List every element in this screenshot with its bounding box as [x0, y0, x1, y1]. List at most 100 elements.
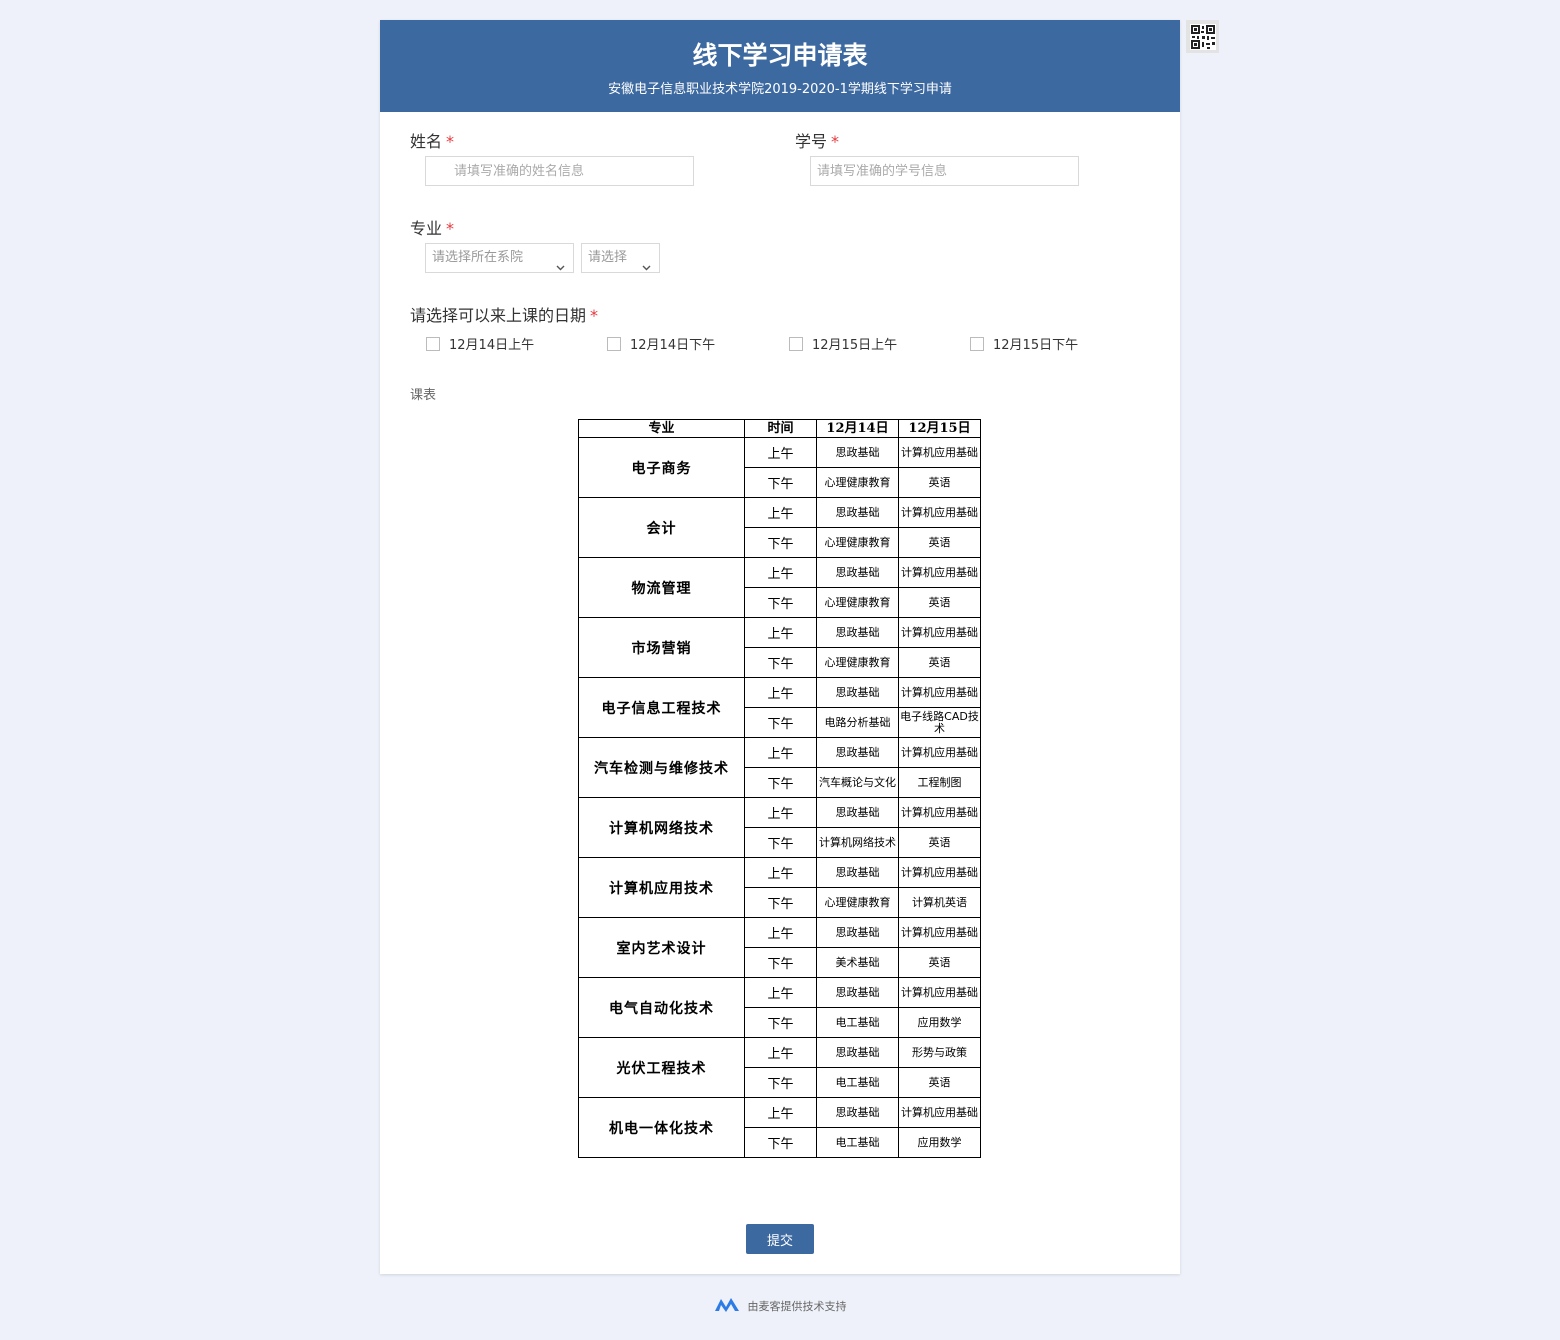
course-cell: 心理健康教育 — [816, 467, 899, 498]
course-cell: 美术基础 — [816, 947, 899, 978]
time-cell: 下午 — [744, 1067, 817, 1098]
date-option-dec15-pm[interactable]: 12月15日下午 — [970, 334, 1078, 353]
footer-text: 由麦客提供技术支持 — [747, 1300, 847, 1313]
time-cell: 上午 — [744, 1097, 817, 1128]
major-cell: 机电一体化技术 — [578, 1097, 745, 1158]
table-row: 机电一体化技术 上午 思政基础 计算机应用基础 — [578, 1097, 981, 1158]
course-cell: 计算机应用基础 — [898, 677, 981, 708]
department-select[interactable]: 请选择所在系院 — [425, 243, 574, 273]
qr-code-icon[interactable] — [1186, 20, 1219, 53]
course-cell: 思政基础 — [816, 857, 899, 888]
course-cell: 电工基础 — [816, 1067, 899, 1098]
required-mark: * — [590, 306, 599, 325]
time-cell: 下午 — [744, 887, 817, 918]
major-cell: 物流管理 — [578, 557, 745, 618]
course-cell: 心理健康教育 — [816, 647, 899, 678]
time-cell: 上午 — [744, 977, 817, 1008]
schedule-body: 电子商务 上午 思政基础 计算机应用基础 下午 心理健康教育 英语 会计 上午 思政基础 计算机应用… — [578, 437, 981, 1158]
major-cell: 市场营销 — [578, 617, 745, 678]
major-select[interactable]: 请选择 — [581, 243, 660, 273]
time-cell: 上午 — [744, 677, 817, 708]
mikecrm-logo[interactable] — [714, 1296, 740, 1316]
course-cell: 计算机英语 — [898, 887, 981, 918]
course-cell: 应用数学 — [898, 1127, 981, 1158]
time-cell: 下午 — [744, 767, 817, 798]
course-cell: 计算机应用基础 — [898, 557, 981, 588]
course-cell: 英语 — [898, 527, 981, 558]
course-cell: 应用数学 — [898, 1007, 981, 1038]
course-cell: 思政基础 — [816, 977, 899, 1008]
major-label: 专业 * — [410, 219, 455, 238]
date-option-dec15-am[interactable]: 12月15日上午 — [789, 334, 897, 353]
checkbox[interactable] — [970, 336, 984, 351]
dates-label: 请选择可以来上课的日期 * — [410, 306, 599, 325]
course-cell: 心理健康教育 — [816, 587, 899, 618]
course-cell: 思政基础 — [816, 917, 899, 948]
name-input[interactable] — [425, 156, 694, 186]
course-cell: 心理健康教育 — [816, 527, 899, 558]
major-cell: 计算机网络技术 — [578, 797, 745, 858]
course-cell: 计算机应用基础 — [898, 857, 981, 888]
course-cell: 计算机应用基础 — [898, 617, 981, 648]
table-row: 电子信息工程技术 上午 思政基础 计算机应用基础 — [578, 677, 981, 738]
course-cell: 思政基础 — [816, 797, 899, 828]
time-cell: 下午 — [744, 827, 817, 858]
date-option-dec14-am[interactable]: 12月14日上午 — [426, 334, 534, 353]
course-cell: 英语 — [898, 467, 981, 498]
table-row: 计算机网络技术 上午 思政基础 计算机应用基础 — [578, 797, 981, 858]
required-mark: * — [446, 132, 455, 151]
table-row: 光伏工程技术 上午 思政基础 形势与政策 — [578, 1037, 981, 1098]
form-card: 线下学习申请表 安徽电子信息职业技术学院2019-2020-1学期线下学习申请 … — [380, 20, 1180, 1274]
major-cell: 会计 — [578, 497, 745, 558]
table-row: 电子商务 上午 思政基础 计算机应用基础 — [578, 437, 981, 498]
time-cell: 上午 — [744, 437, 817, 468]
time-cell: 下午 — [744, 647, 817, 678]
header-time: 时间 — [744, 419, 817, 438]
chevron-down-icon — [642, 254, 651, 282]
student-id-input[interactable] — [810, 156, 1079, 186]
course-cell: 计算机网络技术 — [816, 827, 899, 858]
schedule-header-row: 专业 时间 12月14日 12月15日 — [578, 419, 981, 438]
time-cell: 上午 — [744, 857, 817, 888]
table-row: 计算机应用技术 上午 思政基础 计算机应用基础 — [578, 857, 981, 918]
course-cell: 英语 — [898, 827, 981, 858]
course-cell: 计算机应用基础 — [898, 977, 981, 1008]
time-cell: 下午 — [744, 527, 817, 558]
header-dec15: 12月15日 — [898, 419, 981, 438]
table-row: 电气自动化技术 上午 思政基础 计算机应用基础 — [578, 977, 981, 1038]
course-cell: 思政基础 — [816, 1037, 899, 1068]
required-mark: * — [831, 132, 840, 151]
course-cell: 计算机应用基础 — [898, 497, 981, 528]
form-title: 线下学习申请表 — [692, 41, 868, 70]
form-header: 线下学习申请表 安徽电子信息职业技术学院2019-2020-1学期线下学习申请 — [380, 20, 1180, 112]
course-cell: 英语 — [898, 1067, 981, 1098]
submit-button[interactable]: 提交 — [746, 1224, 814, 1254]
time-cell: 上午 — [744, 737, 817, 768]
required-mark: * — [446, 219, 455, 238]
header-major: 专业 — [578, 419, 745, 438]
course-cell: 计算机应用基础 — [898, 437, 981, 468]
time-cell: 上午 — [744, 1037, 817, 1068]
course-cell: 思政基础 — [816, 557, 899, 588]
major-cell: 室内艺术设计 — [578, 917, 745, 978]
course-cell: 思政基础 — [816, 1097, 899, 1128]
course-cell: 电工基础 — [816, 1007, 899, 1038]
time-cell: 下午 — [744, 1127, 817, 1158]
date-option-dec14-pm[interactable]: 12月14日下午 — [607, 334, 715, 353]
schedule-table: 专业 时间 12月14日 12月15日 电子商务 上午 思政基础 计算机应用基础 下午心… — [578, 419, 981, 1158]
time-cell: 上午 — [744, 617, 817, 648]
checkbox[interactable] — [426, 336, 440, 351]
checkbox[interactable] — [789, 336, 803, 351]
course-cell: 思政基础 — [816, 737, 899, 768]
course-cell: 计算机应用基础 — [898, 737, 981, 768]
course-cell: 电子线路CAD技术 — [898, 707, 981, 738]
major-cell: 电子信息工程技术 — [578, 677, 745, 738]
table-row: 市场营销 上午 思政基础 计算机应用基础 — [578, 617, 981, 678]
time-cell: 下午 — [744, 707, 817, 738]
form-subtitle: 安徽电子信息职业技术学院2019-2020-1学期线下学习申请 — [608, 82, 952, 97]
student-id-label: 学号 * — [795, 132, 840, 151]
checkbox[interactable] — [607, 336, 621, 351]
major-cell: 电子商务 — [578, 437, 745, 498]
footer: 由麦客提供技术支持 — [0, 1296, 1560, 1316]
course-cell: 计算机应用基础 — [898, 917, 981, 948]
